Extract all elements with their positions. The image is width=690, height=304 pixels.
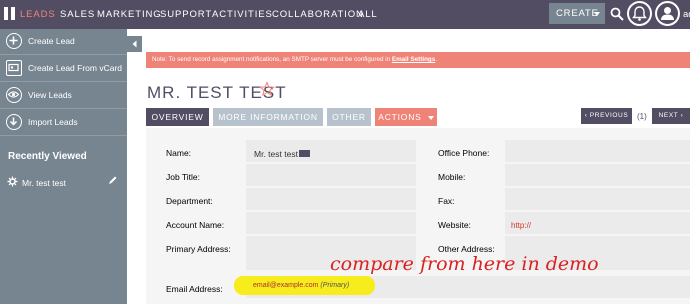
- sidebar-action-label: View Leads: [28, 90, 72, 100]
- handwritten-annotation: compare from here in demo: [330, 253, 599, 275]
- search-icon[interactable]: [610, 7, 624, 21]
- chevron-left-icon: [132, 40, 137, 48]
- primary-address-label: Primary Address:: [166, 244, 231, 254]
- home-icon[interactable]: [2, 5, 16, 22]
- tab-more-information[interactable]: MORE INFORMATION: [213, 108, 323, 126]
- user-name[interactable]: adm: [683, 9, 690, 20]
- email-link[interactable]: email@example.com: [253, 282, 318, 289]
- smtp-notice-banner: Note: To send record assignment notifica…: [146, 52, 690, 68]
- nav-item-collaboration[interactable]: COLLABORATION: [272, 9, 364, 20]
- tab-overview[interactable]: OVERVIEW: [146, 108, 209, 126]
- sidebar-import-leads[interactable]: Import Leads: [0, 110, 127, 136]
- office-phone-field[interactable]: [505, 140, 690, 162]
- create-button-label: CREATE: [556, 8, 599, 19]
- account-name-field[interactable]: [246, 212, 416, 234]
- website-label: Website:: [438, 220, 471, 230]
- sidebar: Create Lead Create Lead From vCard View …: [0, 29, 127, 304]
- next-label: NEXT: [658, 112, 679, 119]
- email-settings-link[interactable]: Email Settings: [392, 56, 435, 63]
- plus-icon: [6, 33, 22, 49]
- notice-text: Note: To send record assignment notifica…: [152, 56, 392, 63]
- mobile-label: Mobile:: [438, 172, 466, 182]
- notifications-bell-icon[interactable]: [627, 1, 652, 26]
- sidebar-action-label: Create Lead: [28, 36, 75, 46]
- job-title-label: Job Title:: [166, 172, 201, 182]
- recent-item-link[interactable]: Mr. test test: [22, 178, 66, 188]
- email-address-label: Email Address:: [166, 284, 223, 294]
- vcard-icon: [6, 60, 22, 76]
- vcard-icon[interactable]: [299, 150, 310, 157]
- department-label: Department:: [166, 196, 213, 206]
- record-counter: (1): [637, 112, 647, 121]
- notice-suffix: .: [435, 56, 438, 63]
- name-value: Mr. test test: [254, 149, 298, 159]
- sidebar-create-lead-vcard[interactable]: Create Lead From vCard: [0, 56, 127, 82]
- name-label: Name:: [166, 148, 192, 158]
- download-arrow-icon: [6, 114, 22, 130]
- department-field[interactable]: [246, 188, 416, 210]
- fax-label: Fax:: [438, 196, 455, 206]
- recently-viewed-heading: Recently Viewed: [8, 151, 87, 162]
- caret-down-icon: [427, 115, 434, 120]
- website-field[interactable]: [505, 212, 690, 234]
- previous-label: PREVIOUS: [589, 112, 629, 119]
- email-value[interactable]: email@example.com (Primary): [253, 282, 349, 289]
- gear-icon: [7, 176, 18, 187]
- job-title-field[interactable]: [246, 164, 416, 186]
- nav-item-activities[interactable]: ACTIVITIES: [212, 9, 273, 20]
- next-button[interactable]: NEXT ›: [652, 108, 690, 124]
- nav-item-marketing[interactable]: MARKETING: [97, 9, 162, 20]
- account-name-label: Account Name:: [166, 220, 225, 230]
- sidebar-action-label: Create Lead From vCard: [28, 63, 123, 73]
- pencil-edit-icon[interactable]: [108, 176, 117, 185]
- website-link[interactable]: http://: [511, 221, 531, 230]
- sidebar-view-leads[interactable]: View Leads: [0, 83, 127, 109]
- nav-item-all[interactable]: ALL: [358, 9, 378, 20]
- sidebar-action-label: Import Leads: [28, 117, 78, 127]
- sidebar-collapse-button[interactable]: [127, 36, 142, 52]
- nav-item-sales[interactable]: SALES: [60, 9, 95, 20]
- office-phone-label: Office Phone:: [438, 148, 490, 158]
- favorite-star-icon[interactable]: [259, 81, 275, 97]
- nav-item-leads[interactable]: LEADS: [20, 9, 56, 20]
- top-navigation-bar: LEADS SALES MARKETING SUPPORT ACTIVITIES…: [0, 0, 690, 29]
- nav-item-support[interactable]: SUPPORT: [160, 9, 212, 20]
- user-avatar-icon[interactable]: [655, 1, 680, 26]
- tab-actions-label: ACTIONS: [378, 112, 422, 122]
- eye-icon: [6, 87, 22, 103]
- caret-down-icon: [594, 12, 600, 16]
- sidebar-create-lead[interactable]: Create Lead: [0, 29, 127, 55]
- previous-button[interactable]: ‹ PREVIOUS: [581, 108, 632, 124]
- chevron-right-icon: ›: [678, 112, 684, 119]
- create-button[interactable]: CREATE: [549, 3, 605, 24]
- fax-field[interactable]: [505, 188, 690, 210]
- tab-actions[interactable]: ACTIONS: [375, 108, 437, 126]
- tab-other[interactable]: OTHER: [327, 108, 371, 126]
- mobile-field[interactable]: [505, 164, 690, 186]
- annotation-text: compare from here in demo: [330, 253, 599, 275]
- email-primary-tag: (Primary): [320, 282, 350, 289]
